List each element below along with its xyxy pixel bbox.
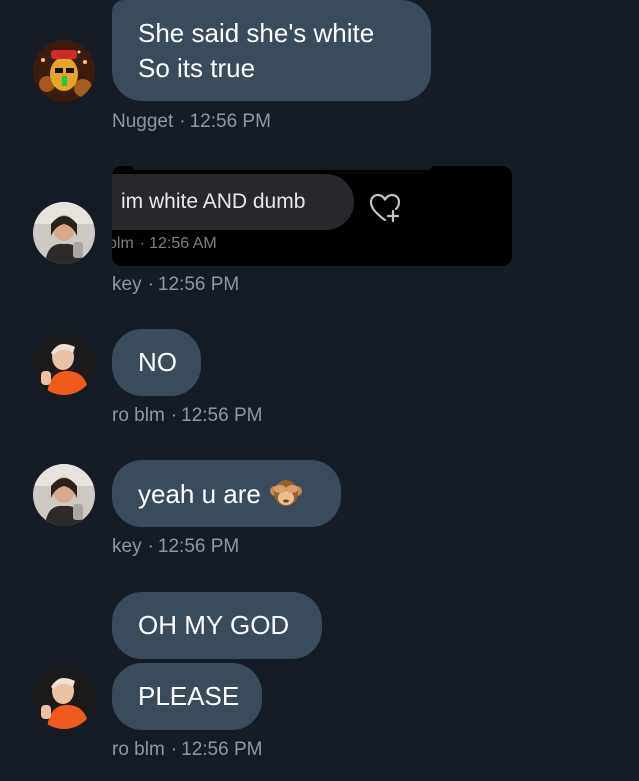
- message-bubble[interactable]: yeah u are: [112, 460, 341, 527]
- timestamp: 12:56 PM: [157, 274, 240, 295]
- message-bubble[interactable]: OH MY GOD: [112, 592, 322, 659]
- meta-separator: ·: [139, 235, 146, 252]
- ro-blm-avatar-icon: [33, 333, 95, 395]
- timestamp: 12:56 PM: [157, 536, 240, 557]
- meta-separator: ·: [147, 536, 154, 557]
- quoted-author: blm: [112, 235, 134, 252]
- author-name[interactable]: ro blm: [112, 739, 165, 760]
- timestamp: 12:56 PM: [189, 111, 271, 132]
- message-text: yeah u are: [138, 476, 315, 512]
- message-bubble[interactable]: PLEASE: [112, 663, 262, 730]
- ro-blm-avatar-icon: [33, 667, 95, 729]
- key-avatar-icon: [33, 202, 95, 264]
- avatar-nugget[interactable]: [33, 40, 95, 102]
- message-bubble[interactable]: NO: [112, 329, 201, 396]
- avatar-ro-blm[interactable]: [33, 333, 95, 395]
- nugget-avatar-icon: [33, 40, 95, 102]
- quoted-text: im white AND dumb: [121, 190, 306, 213]
- avatar-ro-blm[interactable]: [33, 667, 95, 729]
- author-name[interactable]: key: [112, 274, 142, 295]
- quoted-divider: [132, 166, 432, 170]
- message-meta: ro blm · 12:56 PM: [112, 739, 262, 761]
- chat-thread: She said she's white So its true Nugget ·…: [0, 0, 639, 781]
- see-no-evil-monkey-icon: [269, 479, 302, 506]
- author-name[interactable]: ro blm: [112, 405, 165, 426]
- message-meta: ro blm · 12:56 PM: [112, 405, 262, 427]
- author-name[interactable]: Nugget: [112, 111, 173, 132]
- timestamp: 12:56 PM: [181, 739, 263, 760]
- quoted-timestamp: 12:56 AM: [149, 235, 217, 252]
- meta-separator: ·: [170, 405, 178, 426]
- message-text: PLEASE: [138, 681, 240, 711]
- add-reaction-heart-icon: [369, 193, 401, 223]
- quoted-meta: blm · 12:56 AM: [112, 235, 217, 253]
- timestamp: 12:56 PM: [181, 405, 263, 426]
- meta-separator: ·: [147, 274, 154, 295]
- message-text-content: yeah u are: [138, 478, 261, 509]
- avatar-key[interactable]: [33, 464, 95, 526]
- message-bubble[interactable]: She said she's white So its true: [112, 0, 431, 101]
- meta-separator: ·: [179, 111, 186, 132]
- avatar-key[interactable]: [33, 202, 95, 264]
- message-text: NO: [138, 347, 177, 377]
- message-text: She said she's white: [138, 17, 375, 48]
- author-name[interactable]: key: [112, 536, 142, 557]
- message-meta: Nugget · 12:56 PM: [112, 111, 271, 133]
- key-avatar-icon: [33, 464, 95, 526]
- message-meta: key · 12:56 PM: [112, 536, 239, 558]
- meta-separator: ·: [170, 739, 178, 760]
- message-text: OH MY GOD: [138, 610, 290, 640]
- message-text: So its true: [138, 52, 256, 83]
- quoted-message-screenshot[interactable]: im white AND dumb blm · 12:56 AM: [112, 166, 512, 266]
- message-meta: key · 12:56 PM: [112, 274, 239, 296]
- quoted-bubble: im white AND dumb: [112, 174, 354, 230]
